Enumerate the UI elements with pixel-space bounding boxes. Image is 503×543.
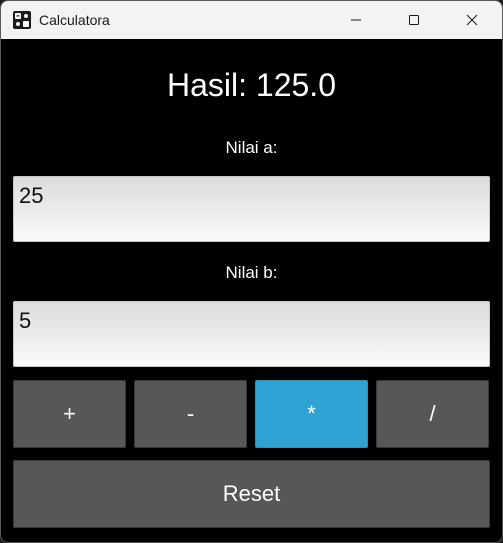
window-title: Calculatora: [39, 12, 110, 28]
multiply-button[interactable]: *: [255, 380, 368, 448]
input-b-field[interactable]: 5: [13, 301, 490, 367]
minimize-button[interactable]: [327, 1, 385, 39]
subtract-button[interactable]: -: [134, 380, 247, 448]
close-button[interactable]: [443, 1, 501, 39]
calculator-body: Hasil: 125.0 Nilai a: 25 Nilai b: 5 + - …: [1, 39, 502, 542]
calculator-app-icon: [12, 10, 32, 30]
minimize-icon: [351, 19, 361, 21]
result-display: Hasil: 125.0: [167, 67, 336, 103]
maximize-button[interactable]: [385, 1, 443, 39]
input-a-field[interactable]: 25: [13, 176, 490, 242]
add-button[interactable]: +: [13, 380, 126, 448]
input-a-label: Nilai a:: [225, 138, 278, 157]
app-window: Calculatora Hasil: 125.0 Nilai a: 25 Nil…: [0, 0, 503, 543]
reset-button[interactable]: Reset: [13, 460, 490, 528]
input-b-label: Nilai b:: [225, 263, 278, 282]
close-icon: [466, 14, 478, 26]
title-bar[interactable]: Calculatora: [1, 1, 502, 39]
divide-button[interactable]: /: [376, 380, 489, 448]
maximize-icon: [409, 15, 419, 25]
